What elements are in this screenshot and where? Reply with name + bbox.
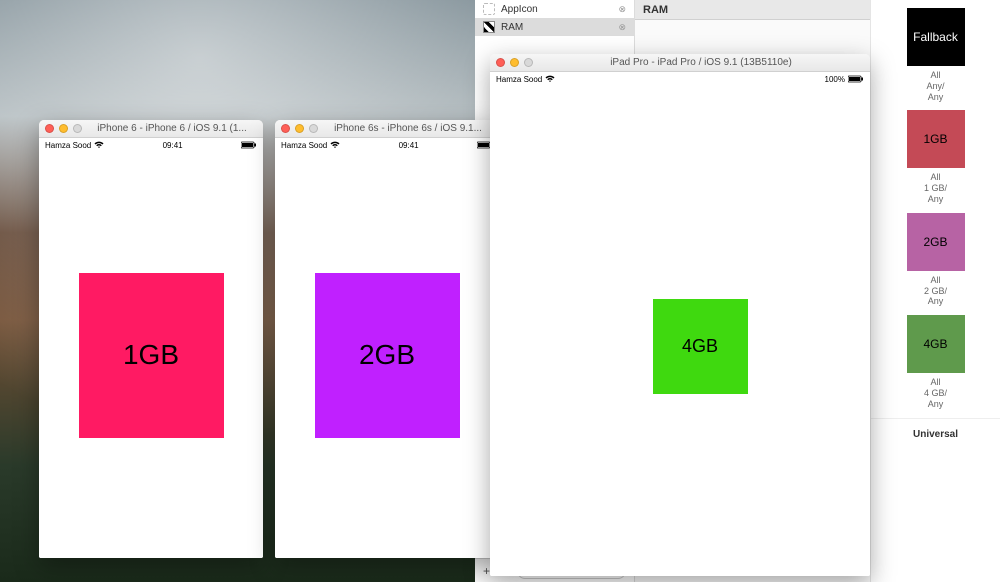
ram-square: 2GB bbox=[315, 273, 460, 438]
battery-percent: 100% bbox=[825, 75, 845, 84]
ram-variant-panel: Fallback All Any/ Any 1GB All 1 GB/ Any … bbox=[870, 0, 1000, 582]
carrier-label: Hamza Sood bbox=[496, 75, 542, 84]
simulator-ipad-pro[interactable]: iPad Pro - iPad Pro / iOS 9.1 (13B5110e)… bbox=[490, 54, 870, 576]
swatch-1gb: 1GB bbox=[907, 110, 965, 168]
simulator-iphone6s[interactable]: iPhone 6s - iPhone 6s / iOS 9.1... Hamza… bbox=[275, 120, 499, 558]
close-icon[interactable] bbox=[496, 58, 505, 67]
device-screen: 2GB bbox=[275, 152, 499, 558]
asset-label: RAM bbox=[501, 22, 523, 33]
time-label: 09:41 bbox=[163, 141, 183, 150]
device-screen: 4GB bbox=[490, 86, 870, 576]
add-button[interactable]: + bbox=[483, 564, 490, 578]
window-title: iPad Pro - iPad Pro / iOS 9.1 (13B5110e) bbox=[538, 57, 864, 68]
swatch-meta: All 4 GB/ Any bbox=[871, 377, 1000, 409]
attribute-header: RAM bbox=[635, 0, 870, 20]
carrier-label: Hamza Sood bbox=[45, 141, 91, 150]
carrier-label: Hamza Sood bbox=[281, 141, 327, 150]
ram-slot-2gb[interactable]: 2GB All 2 GB/ Any bbox=[871, 205, 1000, 307]
wifi-icon bbox=[545, 75, 555, 83]
wifi-icon bbox=[330, 141, 340, 149]
delete-icon[interactable]: ⊗ bbox=[618, 4, 626, 15]
ram-slot-4gb[interactable]: 4GB All 4 GB/ Any bbox=[871, 307, 1000, 409]
device-screen: 1GB bbox=[39, 152, 263, 558]
battery-icon bbox=[241, 141, 257, 149]
zoom-icon[interactable] bbox=[73, 124, 82, 133]
time-label: 09:41 bbox=[399, 141, 419, 150]
simulator-iphone6[interactable]: iPhone 6 - iPhone 6 / iOS 9.1 (1... Hamz… bbox=[39, 120, 263, 558]
asset-row-ram[interactable]: RAM ⊗ bbox=[475, 18, 634, 36]
ram-universal-label: Universal bbox=[871, 418, 1000, 450]
asset-row-appicon[interactable]: AppIcon ⊗ bbox=[475, 0, 634, 18]
battery-icon bbox=[848, 75, 864, 83]
ram-slot-1gb[interactable]: 1GB All 1 GB/ Any bbox=[871, 102, 1000, 204]
ram-square: 4GB bbox=[653, 299, 748, 394]
appicon-icon bbox=[483, 3, 495, 15]
zoom-icon[interactable] bbox=[524, 58, 533, 67]
swatch-meta: All 2 GB/ Any bbox=[871, 275, 1000, 307]
swatch-fallback: Fallback bbox=[907, 8, 965, 66]
asset-label: AppIcon bbox=[501, 4, 538, 15]
close-icon[interactable] bbox=[281, 124, 290, 133]
window-titlebar[interactable]: iPhone 6s - iPhone 6s / iOS 9.1... bbox=[275, 120, 499, 138]
ram-slot-fallback[interactable]: Fallback All Any/ Any bbox=[871, 0, 1000, 102]
delete-icon[interactable]: ⊗ bbox=[618, 22, 626, 33]
close-icon[interactable] bbox=[45, 124, 54, 133]
attribute-title: RAM bbox=[643, 4, 668, 16]
swatch-4gb: 4GB bbox=[907, 315, 965, 373]
status-bar: Hamza Sood 09:41 bbox=[39, 138, 263, 152]
swatch-meta: All 1 GB/ Any bbox=[871, 172, 1000, 204]
minimize-icon[interactable] bbox=[295, 124, 304, 133]
window-title: iPhone 6 - iPhone 6 / iOS 9.1 (1... bbox=[87, 123, 257, 134]
window-titlebar[interactable]: iPad Pro - iPad Pro / iOS 9.1 (13B5110e) bbox=[490, 54, 870, 72]
status-bar: Hamza Sood 09:41 bbox=[275, 138, 499, 152]
window-titlebar[interactable]: iPhone 6 - iPhone 6 / iOS 9.1 (1... bbox=[39, 120, 263, 138]
swatch-meta: All Any/ Any bbox=[871, 70, 1000, 102]
zoom-icon[interactable] bbox=[309, 124, 318, 133]
window-title: iPhone 6s - iPhone 6s / iOS 9.1... bbox=[323, 123, 493, 134]
minimize-icon[interactable] bbox=[510, 58, 519, 67]
swatch-2gb: 2GB bbox=[907, 213, 965, 271]
ram-square: 1GB bbox=[79, 273, 224, 438]
imageset-icon bbox=[483, 21, 495, 33]
minimize-icon[interactable] bbox=[59, 124, 68, 133]
wifi-icon bbox=[94, 141, 104, 149]
status-bar: Hamza Sood 100% bbox=[490, 72, 870, 86]
